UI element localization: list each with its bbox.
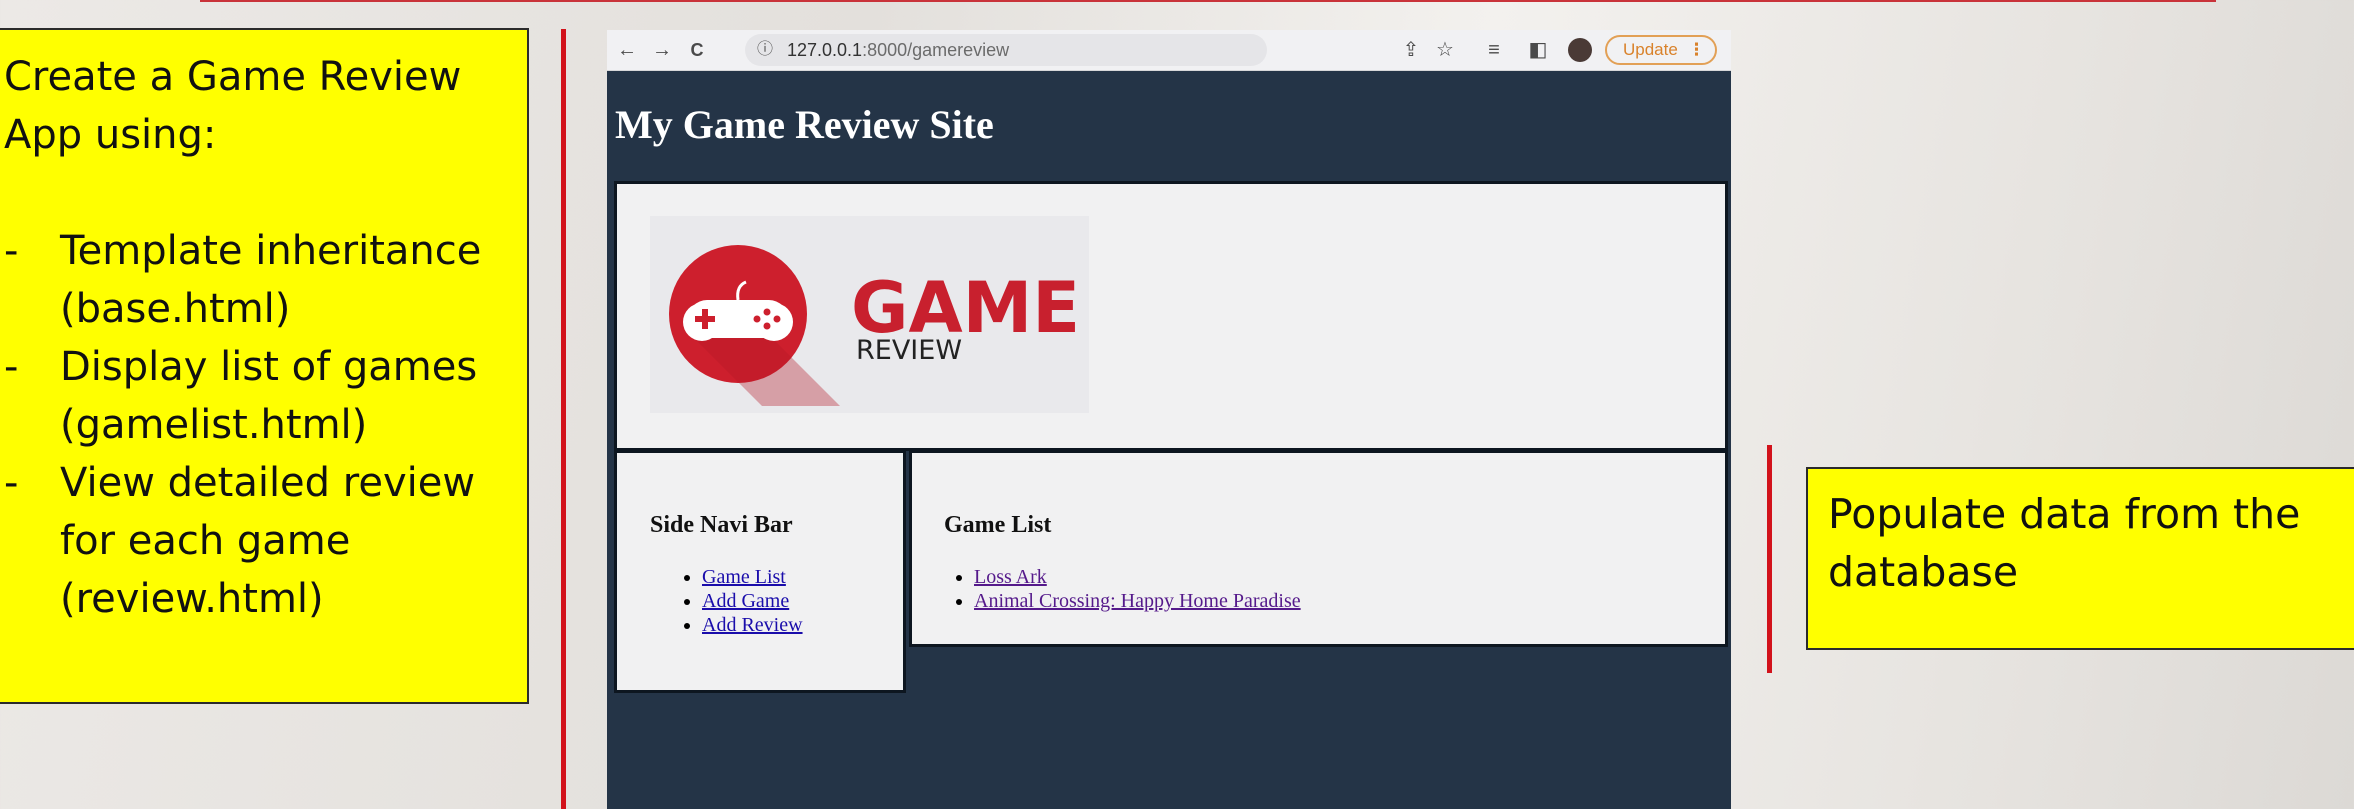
divider-line-right [1767, 445, 1772, 673]
left-note: Create a Game Review App using: - Templat… [0, 28, 529, 704]
game-list-heading: Game List [944, 512, 1052, 538]
left-note-item: - Display list of games (gamelist.html) [4, 344, 478, 448]
side-nav-item: Add Review [702, 613, 803, 637]
divider-line-left [561, 29, 566, 809]
side-nav-heading: Side Navi Bar [650, 512, 793, 538]
banner-panel: GAME REVIEW [614, 181, 1728, 451]
share-icon[interactable]: ⇪ [1396, 30, 1426, 70]
game-list-panel: Game List Loss Ark Animal Crossing: Happ… [909, 450, 1728, 647]
left-note-item: - View detailed review for each game (rev… [4, 460, 476, 622]
side-nav-panel: Side Navi Bar Game List Add Game Add Rev… [614, 450, 906, 693]
logo-graphic: GAME REVIEW [669, 245, 1080, 406]
side-nav-list: Game List Add Game Add Review [702, 565, 803, 637]
profile-avatar[interactable] [1568, 38, 1592, 62]
forward-arrow-icon[interactable]: → [647, 30, 677, 70]
game-link-loss-ark[interactable]: Loss Ark [974, 566, 1047, 588]
game-list-item: Animal Crossing: Happy Home Paradise [974, 589, 1301, 613]
left-note-list: - Template inheritance (base.html) - Displ… [4, 222, 527, 628]
right-note: Populate data from the database [1806, 467, 2354, 650]
left-note-item: - Template inheritance (base.html) [4, 228, 482, 332]
top-rule [200, 0, 2216, 2]
game-list-item: Loss Ark [974, 565, 1301, 589]
right-note-text: Populate data from the database [1828, 490, 2301, 596]
page-title: My Game Review Site [615, 102, 994, 147]
back-arrow-icon[interactable]: ← [612, 30, 642, 70]
side-panel-icon[interactable]: ◧ [1523, 30, 1553, 70]
menu-icon[interactable]: ⋮ [1688, 37, 1705, 63]
logo-subtitle: REVIEW [856, 335, 962, 366]
address-bar[interactable]: ⓘ 127.0.0.1:8000/gamereview [745, 34, 1267, 66]
side-nav-item: Game List [702, 565, 803, 589]
site-info-icon[interactable]: ⓘ [757, 34, 773, 66]
game-list: Loss Ark Animal Crossing: Happy Home Par… [974, 565, 1301, 613]
reload-icon[interactable]: C [682, 30, 712, 70]
nav-link-add-review[interactable]: Add Review [702, 614, 803, 636]
game-review-logo: GAME REVIEW [650, 216, 1089, 413]
star-icon[interactable]: ☆ [1430, 30, 1460, 70]
nav-link-game-list[interactable]: Game List [702, 566, 786, 588]
game-link-animal-crossing[interactable]: Animal Crossing: Happy Home Paradise [974, 590, 1301, 612]
browser-toolbar: ← → C ⓘ 127.0.0.1:8000/gamereview ⇪ ☆ ≡ … [607, 30, 1731, 71]
reading-list-icon[interactable]: ≡ [1479, 30, 1509, 70]
side-nav-item: Add Game [702, 589, 803, 613]
browser-window: ← → C ⓘ 127.0.0.1:8000/gamereview ⇪ ☆ ≡ … [607, 30, 1731, 809]
left-note-title: Create a Game Review App using: [4, 54, 462, 158]
nav-link-add-game[interactable]: Add Game [702, 590, 789, 612]
update-button[interactable]: Update ⋮ [1605, 35, 1717, 65]
url-text[interactable]: 127.0.0.1:8000/gamereview [787, 34, 1009, 66]
